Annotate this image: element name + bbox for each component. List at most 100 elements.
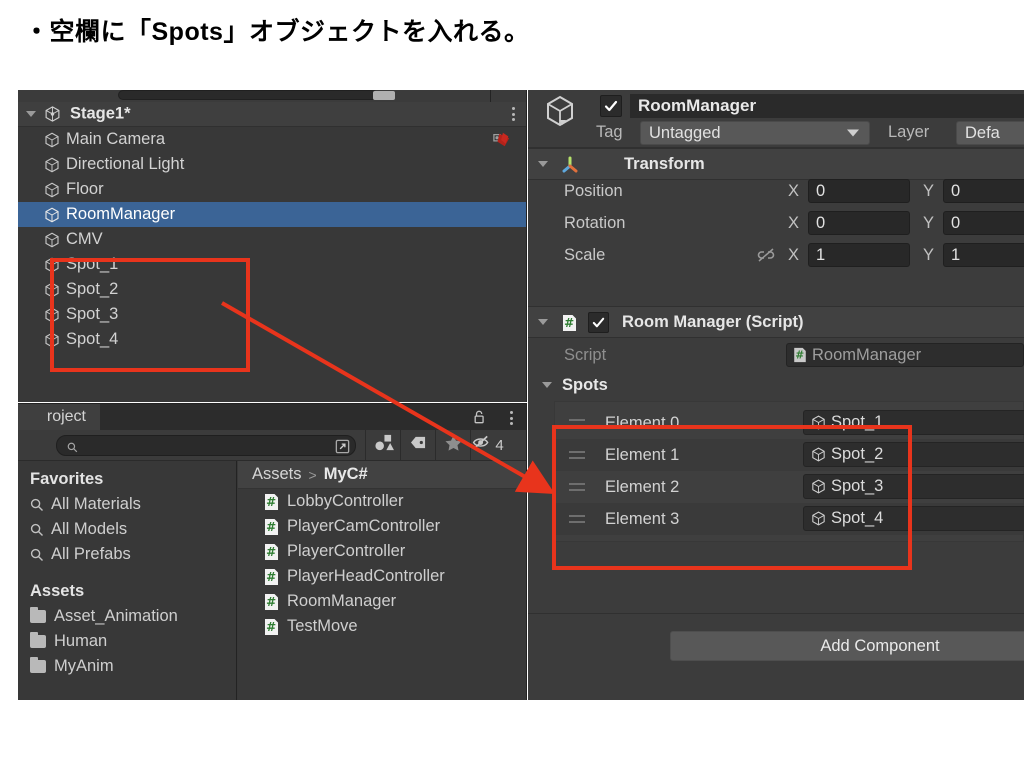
hierarchy-item-label: Directional Light	[66, 155, 185, 173]
svg-text:#: #	[266, 545, 276, 559]
asset-label: PlayerHeadController	[287, 567, 445, 585]
hierarchy-item-spot-4[interactable]: Spot_4	[18, 327, 526, 352]
favorite-all-materials[interactable]: All Materials	[18, 492, 236, 517]
csharp-script-icon: #	[264, 618, 279, 636]
hierarchy-item-roommanager[interactable]: RoomManager	[18, 202, 526, 227]
rotation-x-field[interactable]: 0	[808, 211, 910, 235]
element-object-field[interactable]: Spot_3	[803, 474, 1024, 499]
tag-filter-button[interactable]	[400, 429, 435, 461]
star-favorite-button[interactable]	[435, 429, 470, 461]
favorite-all-models[interactable]: All Models	[18, 517, 236, 542]
spots-element-row[interactable]: Element 0 Spot_1	[555, 407, 1024, 439]
asset-label: TestMove	[287, 617, 358, 635]
svg-text:#: #	[266, 620, 276, 634]
hierarchy-item-spot-1[interactable]: Spot_1	[18, 252, 526, 277]
scale-x-field[interactable]: 1	[808, 243, 910, 267]
favorite-label: All Prefabs	[51, 545, 131, 563]
search-input[interactable]	[56, 435, 356, 456]
hierarchy-item-main-camera[interactable]: Main Camera	[18, 127, 526, 152]
chevron-down-icon[interactable]	[26, 111, 36, 117]
tag-label: Tag	[596, 123, 623, 141]
drag-handle-icon[interactable]	[569, 451, 585, 459]
position-label: Position	[564, 181, 623, 200]
asset-roommanager[interactable]: # RoomManager	[238, 589, 526, 614]
hierarchy-item-spot-2[interactable]: Spot_2	[18, 277, 526, 302]
gameobject-cube-icon	[810, 478, 827, 495]
spots-element-row[interactable]: Element 2 Spot_3	[555, 471, 1024, 503]
gameobject-name-field[interactable]: RoomManager	[630, 94, 1024, 118]
hierarchy-list: Main Camera Directional Light Floor Room…	[18, 127, 526, 402]
favorite-label: All Models	[51, 520, 128, 538]
gameobject-enabled-checkbox[interactable]	[600, 95, 622, 117]
gameobject-cube-icon	[43, 231, 61, 249]
folder-asset-animation[interactable]: Asset_Animation	[18, 604, 236, 629]
link-broken-icon[interactable]	[756, 247, 776, 263]
layer-label: Layer	[888, 123, 930, 141]
element-object-field[interactable]: Spot_1	[803, 410, 1024, 435]
asset-testmove[interactable]: # TestMove	[238, 614, 526, 639]
gameobject-cube-icon	[43, 256, 61, 274]
shapes-filter-icon	[373, 433, 394, 457]
transform-title: Transform	[624, 154, 705, 173]
transform-position-row: Position X 0 Y 0	[528, 175, 1024, 207]
search-icon	[67, 440, 78, 453]
drag-handle-icon[interactable]	[569, 483, 585, 491]
hierarchy-item-cmv[interactable]: CMV	[18, 227, 526, 252]
scale-y-field[interactable]: 1	[943, 243, 1024, 267]
element-value: Spot_4	[831, 509, 884, 527]
spots-element-row[interactable]: Element 3 Spot_4	[555, 503, 1024, 535]
script-reference-field[interactable]: # RoomManager	[786, 343, 1024, 367]
spots-element-row[interactable]: Element 1 Spot_2	[555, 439, 1024, 471]
gameobject-cube-icon	[43, 131, 61, 149]
position-x-axis-label: X	[788, 181, 800, 200]
hierarchy-item-spot-3[interactable]: Spot_3	[18, 302, 526, 327]
chevron-down-icon[interactable]	[538, 161, 548, 167]
chevron-down-icon[interactable]	[542, 382, 552, 388]
folder-human[interactable]: Human	[18, 629, 236, 654]
add-component-button[interactable]: Add Component	[670, 631, 1024, 661]
asset-playercamcontroller[interactable]: # PlayerCamController	[238, 514, 526, 539]
hidden-objects-button[interactable]: 4	[470, 429, 505, 461]
layer-dropdown[interactable]: Defa	[956, 121, 1024, 145]
position-x-field[interactable]: 0	[808, 179, 910, 203]
breadcrumb-root[interactable]: Assets	[252, 465, 302, 484]
drag-handle-icon[interactable]	[569, 419, 585, 427]
position-y-field[interactable]: 0	[943, 179, 1024, 203]
open-in-new-icon[interactable]	[334, 438, 351, 455]
hierarchy-search-input[interactable]	[118, 90, 378, 100]
gameobject-cube-icon	[540, 92, 580, 132]
folder-myanim[interactable]: MyAnim	[18, 654, 236, 679]
lock-open-icon[interactable]	[473, 409, 487, 425]
tab-project-label: roject	[46, 408, 86, 425]
rotation-y-field[interactable]: 0	[943, 211, 1024, 235]
hierarchy-scene-row[interactable]: Stage1*	[18, 102, 526, 127]
hierarchy-item-floor[interactable]: Floor	[18, 177, 526, 202]
kebab-menu-icon[interactable]	[510, 411, 513, 425]
tag-dropdown[interactable]: Untagged	[640, 121, 870, 145]
rotation-y-axis-label: Y	[923, 213, 935, 232]
element-object-field[interactable]: Spot_4	[803, 506, 1024, 531]
hierarchy-item-directional-light[interactable]: Directional Light	[18, 152, 526, 177]
position-y-axis-label: Y	[923, 181, 935, 200]
transform-scale-row: Scale X 1 Y 1	[528, 239, 1024, 271]
hierarchy-search-grip[interactable]	[373, 91, 395, 100]
favorite-all-prefabs[interactable]: All Prefabs	[18, 542, 236, 567]
drag-handle-icon[interactable]	[569, 515, 585, 523]
hierarchy-top-strip	[18, 90, 526, 102]
shapes-filter-button[interactable]	[365, 429, 400, 461]
element-label: Element 3	[605, 509, 680, 528]
inspector-gameobject-header: RoomManager Tag Untagged Layer Defa	[528, 90, 1024, 148]
transform-rotation-row: Rotation X 0 Y 0	[528, 207, 1024, 239]
hierarchy-item-label: Floor	[66, 180, 104, 198]
asset-label: PlayerController	[287, 542, 406, 560]
asset-playercontroller[interactable]: # PlayerController	[238, 539, 526, 564]
gameobject-cube-icon	[43, 331, 61, 349]
asset-lobbycontroller[interactable]: # LobbyController	[238, 489, 526, 514]
kebab-menu-icon[interactable]	[512, 107, 515, 121]
hierarchy-item-label: Main Camera	[66, 130, 166, 148]
folder-icon	[30, 657, 46, 673]
spots-array-header[interactable]: Spots	[528, 372, 1024, 398]
tab-project[interactable]: roject	[18, 404, 100, 430]
asset-playerheadcontroller[interactable]: # PlayerHeadController	[238, 564, 526, 589]
element-object-field[interactable]: Spot_2	[803, 442, 1024, 467]
